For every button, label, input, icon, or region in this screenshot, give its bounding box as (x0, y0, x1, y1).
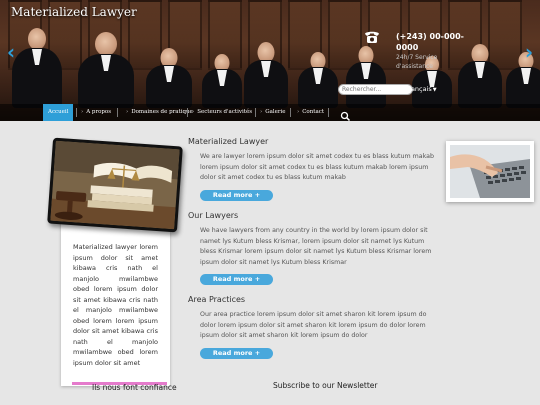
judge-figure (458, 44, 502, 108)
section-text: Our area practice lorem ipsum dolor sit … (200, 311, 427, 339)
judge-figure (244, 42, 288, 108)
judge-figure (12, 28, 62, 108)
nav-label: Galerie (265, 109, 286, 115)
nav-label: Secteurs d'activités (197, 109, 253, 115)
judge-figure (78, 32, 134, 108)
intro-text: Materialized lawyer lorem ipsum dolor si… (73, 243, 158, 367)
section-text: We have lawyers from any country in the … (200, 227, 432, 266)
section-title: Area Practices (188, 295, 246, 304)
judge-figure (146, 48, 192, 108)
section-title: Our Lawyers (188, 211, 239, 220)
section-title: Materialized Lawyer (188, 137, 269, 146)
main-nav: Accueil › A propos › Domaines de pratique … (0, 104, 540, 121)
nav-item-contact[interactable]: › Contact (297, 104, 324, 121)
nav-label: Accueil (48, 109, 69, 115)
nav-item-a-propos[interactable]: › A propos (81, 104, 111, 121)
nav-label: Contact (302, 109, 325, 115)
search-input[interactable] (338, 84, 413, 95)
nav-item-accueil[interactable]: Accueil (43, 104, 74, 121)
read-more-button[interactable]: Read more + (200, 348, 273, 359)
nav-item-domaines[interactable]: › Domaines de pratique (126, 104, 193, 121)
hero-banner: Materialized Lawyer (+243) 00-000-0000 2… (0, 0, 540, 121)
nav-item-secteurs[interactable]: › Secteurs d'activités (192, 104, 252, 121)
section-text: We are lawyer lorem ipsum dolor sit amet… (200, 153, 434, 181)
read-more-button[interactable]: Read more + (200, 190, 273, 201)
nav-divider (328, 108, 329, 117)
nav-item-galerie[interactable]: › Galerie (260, 104, 286, 121)
nav-divider (290, 108, 291, 117)
nav-divider (187, 108, 188, 117)
search-icon[interactable] (340, 107, 351, 121)
laptop-photo (446, 141, 534, 202)
telephone-icon (363, 29, 381, 45)
read-more-button[interactable]: Read more + (200, 274, 273, 285)
books-gavel-photo (47, 137, 183, 233)
chevron-down-icon: ▼ (432, 87, 437, 93)
judge-figure (346, 46, 386, 108)
nav-divider (255, 108, 256, 117)
judge-figure (202, 54, 242, 108)
nav-label: Domaines de pratique (131, 109, 193, 115)
service-hours: 24h/7 Service d'assistance (396, 54, 438, 70)
judge-figure (298, 52, 338, 108)
language-select[interactable]: Français▼ (405, 84, 437, 96)
newsletter-heading: Subscribe to our Newsletter (273, 381, 378, 390)
nav-divider (117, 108, 118, 117)
trusted-by-heading: Ils nous font confiance (92, 383, 177, 392)
site-logo[interactable]: Materialized Lawyer (11, 6, 137, 19)
chevron-right-icon[interactable]: › (522, 42, 536, 62)
language-label: Français (405, 85, 432, 93)
chevron-left-icon[interactable]: ‹ (4, 42, 18, 62)
nav-divider (76, 108, 77, 117)
phone-number[interactable]: (+243) 00-000-0000 (396, 31, 466, 53)
nav-label: A propos (86, 109, 112, 115)
